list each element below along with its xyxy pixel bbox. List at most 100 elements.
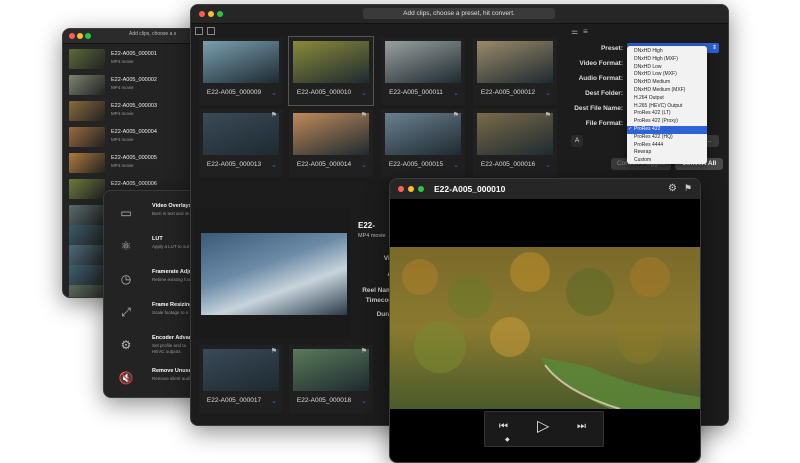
flag-icon[interactable]: ⚑ [361,347,367,355]
close-button[interactable] [199,11,205,17]
forest-video-image [390,247,700,410]
clip-thumbnail [69,49,105,69]
preset-option[interactable]: Rewrap [627,149,707,157]
flag-icon[interactable]: ⚑ [271,111,277,119]
flag-icon[interactable]: ⚑ [453,111,459,119]
preset-option[interactable]: Custom [627,157,707,165]
feature-item[interactable]: ⤢ Frame Resizing Scale footage to a [104,296,204,329]
preset-option[interactable]: ProRes 422 (LT) [627,110,707,118]
preset-option[interactable]: DNxHD High (MXF) [627,56,707,64]
chevron-down-icon[interactable]: ⌄ [271,161,277,169]
clip-thumbnail[interactable] [69,265,105,285]
clip-tile[interactable]: ⚑ E22-A005_000016 ⌄ [473,109,557,177]
feature-icon: ⚛ [120,239,132,253]
clip-thumbnail[interactable] [69,245,105,265]
clip-thumbnail[interactable] [69,225,105,245]
preset-option[interactable]: ProRes 4444 [627,142,707,150]
chevron-down-icon[interactable]: ⌄ [545,161,551,169]
feature-desc: Scale footage to a [152,310,189,315]
clip-thumbnail[interactable] [69,285,105,297]
settings-toolbar-icon[interactable]: ⚌ [571,27,578,36]
clip-name: E22-A005_000009 [206,89,262,96]
feature-icon: ◷ [120,272,132,286]
skip-back-icon[interactable]: ⏮ [499,421,508,432]
preset-dropdown-menu[interactable]: DNxHD High DNxHD High (MXF) DNxHD Low DNxHD… [627,46,707,164]
feature-title: Video Overlays [152,203,192,209]
skip-forward-icon[interactable]: ⏭ [577,421,586,432]
preset-option[interactable]: DNxHD Medium (MXF) [627,87,707,95]
sort-icon[interactable]: ≡ [583,27,588,36]
feature-item[interactable]: ⚛ LUT Apply a LUT to out [104,230,204,263]
feature-item[interactable]: ▭ Video Overlays Burn in text and im [104,197,204,230]
flag-icon[interactable]: ⚑ [545,111,551,119]
chevron-down-icon[interactable]: ⌄ [271,89,277,97]
flag-icon[interactable]: ⚑ [684,183,692,194]
clip-tile[interactable]: ⚑ E22-A005_000014 ⌄ [289,109,373,177]
clip-name: E22-A005_000001 [111,51,157,57]
zoom-button[interactable] [85,33,91,39]
play-icon[interactable]: ▷ [537,416,549,436]
clip-thumbnail[interactable] [69,205,105,225]
preset-option[interactable]: H.265 (HEVC) Output [627,103,707,111]
list-item[interactable]: E22-A005_000001 MP4 movie [63,47,203,71]
clip-thumbnail [69,179,105,199]
chevron-down-icon[interactable]: ⌄ [361,89,367,97]
list-item[interactable]: E22-A005_000005 MP4 movie [63,151,203,175]
chevron-down-icon[interactable]: ⌄ [545,89,551,97]
clip-tile[interactable]: E22-A005_000009 ⌄ [199,37,283,105]
chevron-down-icon[interactable]: ⌄ [361,397,367,405]
minimize-button[interactable] [408,186,414,192]
dest-folder-label: Dest Folder: [585,90,623,97]
chevron-down-icon[interactable]: ⌄ [453,89,459,97]
list-item[interactable]: E22-A005_000004 MP4 movie [63,125,203,149]
clip-tile[interactable]: ⚑ E22-A005_000015 ⌄ [381,109,465,177]
feature-title: LUT [152,236,163,242]
add-button-partial[interactable]: A [571,135,583,147]
info-clip-name: E22- [358,221,375,230]
close-button[interactable] [69,33,75,39]
zoom-button[interactable] [418,186,424,192]
clip-tile[interactable]: ⚑ E22-A005_000017 ⌄ [199,345,283,413]
preset-option[interactable]: DNxHD High [627,48,707,56]
gear-icon[interactable]: ⚙ [668,183,677,194]
flag-icon[interactable]: ⚑ [271,347,277,355]
feature-item[interactable]: ⚙ Encoder Advan Set profile and ta HEVC out… [104,329,204,362]
chevron-down-icon[interactable]: ⌄ [271,397,277,405]
clip-tile[interactable]: E22-A005_000012 ⌄ [473,37,557,105]
flag-icon[interactable]: ⚑ [361,111,367,119]
clip-tile[interactable]: E22-A005_000011 ⌄ [381,37,465,105]
clip-type: MP4 movie [111,111,134,116]
preset-option[interactable]: ProRes 422 (Proxy) [627,118,707,126]
clip-tile[interactable]: ⚑ E22-A005_000013 ⌄ [199,109,283,177]
grid-view-icon[interactable] [195,27,203,35]
clip-thumbnail [69,75,105,95]
list-view-icon[interactable] [207,27,215,35]
preset-option[interactable]: ✓ ProRes 422 [627,126,707,134]
clip-thumbnail [203,349,279,391]
preset-option[interactable]: DNxHD Medium [627,79,707,87]
preset-option[interactable]: DNxHD Low [627,64,707,72]
feature-item[interactable]: ◷ Framerate Adju Retime existing foo [104,263,204,296]
clip-tile[interactable]: E22-A005_000010 ⌄ [288,36,374,106]
feature-item[interactable]: 🔇 Remove Unuse Remove silent audi [104,362,204,395]
minimize-button[interactable] [77,33,83,39]
preset-option[interactable]: H.264 Output [627,95,707,103]
feature-title: Remove Unuse [152,368,192,374]
preset-label: Preset: [600,45,623,52]
preset-option[interactable]: DNxHD Low (MXF) [627,71,707,79]
chevron-down-icon[interactable]: ⌄ [361,161,367,169]
playhead-marker[interactable]: ◆ [505,436,510,443]
clip-list-titlebar: Add clips, choose a s [63,29,203,44]
clip-name: E22-A005_000006 [111,181,157,187]
preset-option[interactable]: ProRes 422 (HQ) [627,134,707,142]
chevron-updown-icon: ⇕ [711,45,717,51]
main-titlebar: Add clips, choose a preset, hit convert. [191,5,728,24]
video-frame[interactable] [390,247,700,410]
chevron-down-icon[interactable]: ⌄ [453,161,459,169]
zoom-button[interactable] [217,11,223,17]
minimize-button[interactable] [208,11,214,17]
clip-tile[interactable]: ⚑ E22-A005_000018 ⌄ [289,345,373,413]
list-item[interactable]: E22-A005_000003 MP4 movie [63,99,203,123]
close-button[interactable] [398,186,404,192]
list-item[interactable]: E22-A005_000002 MP4 movie [63,73,203,97]
